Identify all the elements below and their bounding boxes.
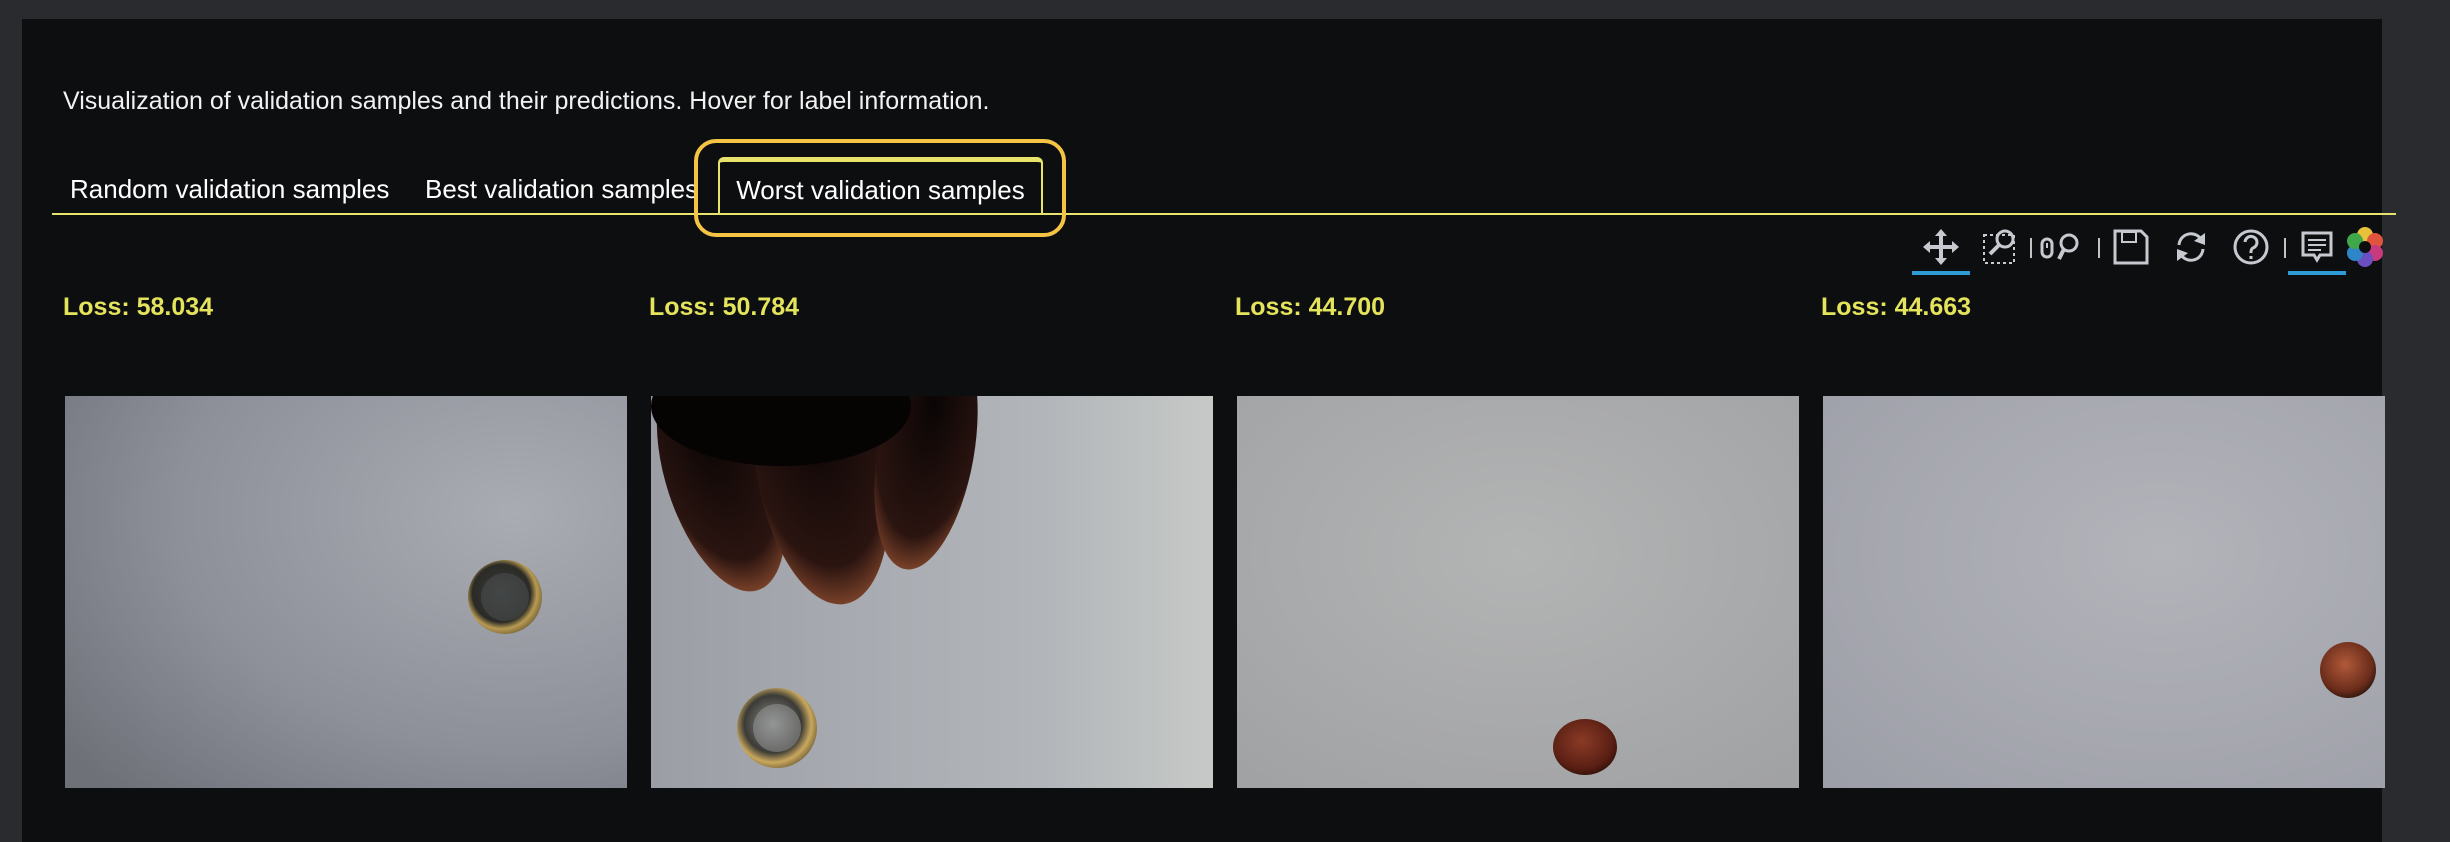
reset-tool-button[interactable]	[2168, 224, 2214, 270]
bokeh-logo-icon	[2347, 227, 2383, 267]
reset-icon	[2177, 232, 2205, 262]
tab-best-validation-samples[interactable]: Best validation samples	[425, 165, 698, 213]
sample-loss-label: Loss: 44.663	[1821, 293, 1972, 321]
box-zoom-tool-button[interactable]	[1978, 224, 2024, 270]
plot-toolbar	[1912, 222, 2388, 276]
validation-sample-image[interactable]	[1823, 396, 2385, 788]
hover-tool-button[interactable]	[2288, 224, 2346, 275]
validation-sample-image[interactable]	[65, 396, 627, 788]
pan-icon	[1923, 229, 1959, 265]
pan-tool-button[interactable]	[1912, 224, 1970, 275]
validation-sample-image[interactable]	[1237, 396, 1799, 788]
wheel-zoom-icon	[2040, 233, 2079, 260]
save-icon	[2113, 229, 2149, 265]
tab-underline	[52, 213, 2396, 215]
box-zoom-icon	[1983, 229, 2015, 264]
toolbar-divider	[2098, 238, 2100, 258]
sample-loss-label: Loss: 50.784	[649, 293, 800, 321]
tab-worst-validation-samples[interactable]: Worst validation samples	[718, 157, 1043, 215]
bokeh-logo-link[interactable]	[2342, 224, 2388, 270]
panel-description: Visualization of validation samples and …	[63, 87, 990, 115]
toolbar-divider	[2030, 238, 2032, 258]
coin-photo	[1823, 396, 2385, 788]
help-icon	[2233, 229, 2269, 265]
toolbar-divider	[2284, 238, 2286, 258]
validation-sample-image[interactable]	[651, 396, 1213, 788]
save-tool-button[interactable]	[2108, 224, 2154, 270]
tab-random-validation-samples[interactable]: Random validation samples	[70, 165, 389, 213]
wheel-zoom-tool-button[interactable]	[2038, 224, 2084, 270]
hover-tooltip-icon	[2301, 231, 2333, 263]
sample-loss-label: Loss: 44.700	[1235, 293, 1386, 321]
coin-photo	[1237, 396, 1799, 788]
help-tool-button[interactable]	[2228, 224, 2274, 270]
coin-with-fingers-photo	[651, 396, 1213, 788]
sample-tabs: Random validation samples Best validatio…	[52, 139, 2396, 215]
coin-photo	[65, 396, 627, 788]
sample-loss-label: Loss: 58.034	[63, 293, 214, 321]
